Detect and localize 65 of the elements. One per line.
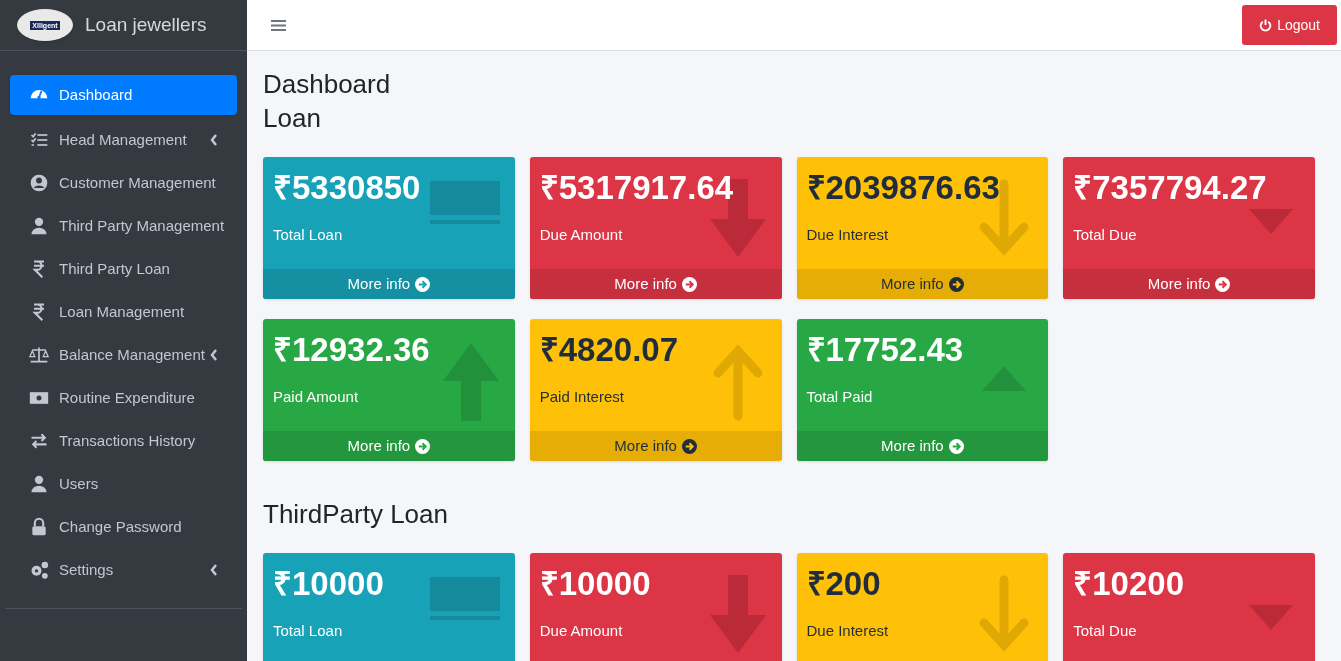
stat-label: Due Amount	[539, 225, 624, 245]
arrow-circle-icon	[681, 438, 697, 454]
sidebar-item[interactable]: Third Party Management	[10, 208, 237, 244]
user-icon	[29, 474, 49, 494]
logout-button[interactable]: Logout	[1242, 5, 1337, 45]
stat-label: Due Amount	[539, 621, 624, 641]
gears-icon	[29, 560, 49, 580]
sidebar-item[interactable]: Routine Expenditure	[10, 380, 237, 416]
more-info-link[interactable]: More info	[263, 269, 515, 299]
sidebar-item[interactable]: Users	[10, 466, 237, 502]
stat-label: Total Paid	[806, 387, 874, 407]
sidebar-item[interactable]: Dashboard	[10, 75, 237, 115]
arrow-circle-icon	[415, 438, 431, 454]
stat-label: Total Loan	[273, 225, 344, 245]
stat-label: Total Due	[1073, 621, 1138, 641]
stat-amount: ₹7357794.27	[1073, 168, 1267, 208]
stat-label: Total Due	[1073, 225, 1138, 245]
stat-label: Paid Interest	[539, 387, 625, 407]
section-title: ThirdParty Loan	[263, 498, 449, 531]
more-info-link[interactable]: More info	[263, 431, 515, 461]
power-icon	[1259, 18, 1273, 32]
stat-amount: ₹5317917.64	[539, 168, 734, 208]
stat-amount: ₹200	[806, 564, 881, 604]
stat-amount: ₹12932.36	[273, 330, 430, 370]
more-info-link[interactable]: More info	[796, 431, 1049, 461]
caret-down-icon	[1249, 605, 1293, 630]
stat-amount: ₹17752.43	[806, 330, 964, 370]
lock-icon	[29, 517, 49, 537]
user-circle-icon	[29, 173, 49, 193]
more-info-link[interactable]: More info	[529, 431, 782, 461]
arrow-down-icon	[707, 575, 768, 655]
sidebar-item[interactable]: Customer Management	[10, 165, 237, 201]
more-info-link[interactable]: More info	[529, 269, 782, 299]
sidebar-item[interactable]: Transactions History	[10, 423, 237, 459]
sidebar-item[interactable]: Settings	[10, 552, 237, 588]
stat-amount: ₹10000	[273, 564, 384, 604]
user-icon	[29, 216, 49, 236]
sidebar-item[interactable]: Loan Management	[10, 294, 237, 330]
stat-label: Due Interest	[806, 225, 890, 245]
caret-down-icon	[1249, 209, 1293, 234]
menu-icon[interactable]	[271, 18, 286, 32]
section-title: Loan	[263, 102, 322, 135]
arrow-circle-icon	[681, 276, 697, 292]
stat-amount: ₹4820.07	[539, 330, 679, 370]
brand-name: Loan jewellers	[85, 12, 207, 37]
more-info-link[interactable]: More info	[1063, 269, 1315, 299]
arrow-circle-icon	[948, 276, 964, 292]
scale-icon	[29, 345, 49, 365]
sidebar-item[interactable]: Change Password	[10, 509, 237, 545]
arrows-icon	[29, 431, 49, 451]
stat-label: Paid Amount	[273, 387, 360, 407]
more-info-link[interactable]: More info	[796, 269, 1049, 299]
sidebar-item[interactable]: Third Party Loan	[10, 251, 237, 287]
arrow-circle-icon	[948, 438, 964, 454]
stat-amount: ₹5330850	[273, 168, 421, 208]
stat-amount: ₹10000	[539, 564, 651, 604]
arrow-circle-icon	[415, 276, 431, 292]
sidebar-item[interactable]: Balance Management	[10, 337, 237, 373]
stat-amount: ₹10200	[1073, 564, 1184, 604]
arrow-circle-icon	[1215, 276, 1231, 292]
sidebar-item[interactable]: Head Management	[10, 122, 237, 158]
page-title: Dashboard	[263, 68, 392, 101]
stat-amount: ₹2039876.63	[806, 168, 1000, 208]
stat-label: Due Interest	[806, 621, 890, 641]
stat-label: Total Loan	[273, 621, 344, 641]
